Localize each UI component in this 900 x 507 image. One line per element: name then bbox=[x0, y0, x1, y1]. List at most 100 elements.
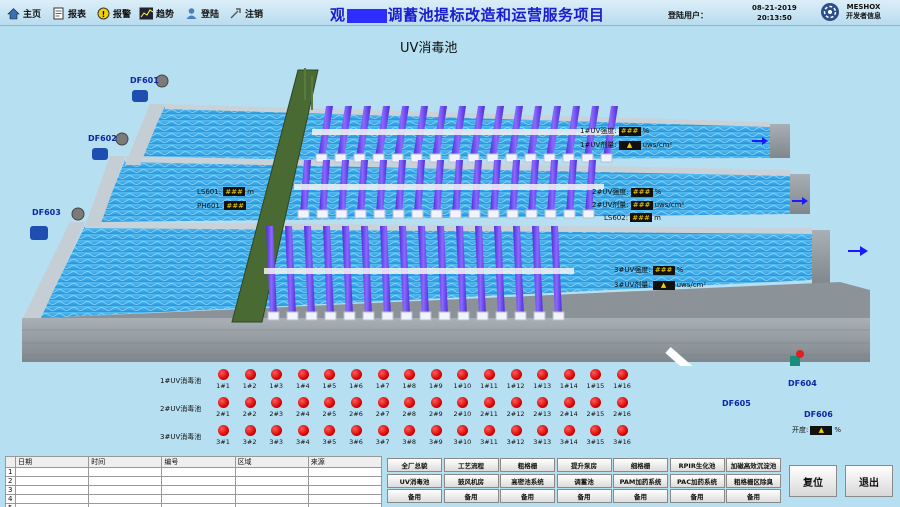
uv-lamp-status-indicator[interactable] bbox=[457, 397, 469, 408]
nav-button[interactable]: 细格栅 bbox=[613, 458, 668, 472]
uv-lamp-status-indicator[interactable] bbox=[218, 397, 229, 408]
lamp-group-label: 2#UV消毒池 bbox=[160, 405, 202, 413]
uv-lamp-status-indicator[interactable] bbox=[377, 425, 389, 436]
uv-lamp-status-indicator[interactable] bbox=[244, 369, 256, 380]
uv-lamp-status-indicator[interactable] bbox=[271, 369, 283, 380]
uv-lamp-status-indicator[interactable] bbox=[244, 425, 256, 436]
ls602-label: LS602: bbox=[604, 213, 629, 222]
uv-lamp-status-indicator[interactable] bbox=[510, 397, 522, 408]
nav-logout[interactable]: 注销 bbox=[228, 5, 263, 21]
nav-button[interactable]: 备用 bbox=[613, 489, 668, 503]
nav-button[interactable]: 备用 bbox=[726, 489, 781, 503]
uv-lamp-status-indicator[interactable] bbox=[484, 425, 495, 436]
uv-lamp-status-indicator[interactable] bbox=[404, 397, 416, 408]
meshox-logo-icon[interactable] bbox=[820, 2, 840, 22]
uv-lamp-number: 1#12 bbox=[506, 382, 525, 390]
log-cell bbox=[307, 503, 383, 507]
uv-lamp-status-indicator[interactable] bbox=[351, 397, 362, 408]
log-row[interactable]: 5 bbox=[5, 503, 383, 507]
nav-button[interactable]: 提升泵房 bbox=[556, 458, 612, 472]
uv2-dose-value: ### bbox=[630, 200, 653, 210]
uv-lamp-status-indicator[interactable] bbox=[537, 397, 549, 408]
uv-lamp-status-indicator[interactable] bbox=[404, 369, 416, 380]
uv-lamp-status-indicator[interactable] bbox=[297, 425, 309, 436]
uv-lamp-status-indicator[interactable] bbox=[590, 369, 602, 380]
uv-lamp-status-indicator[interactable] bbox=[297, 397, 309, 408]
uv-tube-cap bbox=[457, 311, 470, 321]
uv-lamp-status-indicator[interactable] bbox=[563, 369, 575, 380]
nav-alarm[interactable]: ! 报警 bbox=[96, 5, 131, 21]
uv-lamp-status-indicator[interactable] bbox=[563, 425, 575, 436]
nav-button[interactable]: 备用 bbox=[669, 489, 725, 503]
uv-lamp-status-indicator[interactable] bbox=[537, 425, 549, 436]
uv-lamp-status-indicator[interactable] bbox=[377, 397, 389, 408]
uv-lamp-status-indicator[interactable] bbox=[563, 397, 575, 408]
uv1-dose-label: 1#UV剂量: bbox=[580, 141, 617, 149]
nav-button[interactable]: 粗格栅 bbox=[500, 458, 555, 472]
log-header-time: 时间 bbox=[88, 456, 163, 468]
nav-trend[interactable]: 趋势 bbox=[139, 5, 174, 21]
uv-lamp-status-indicator[interactable] bbox=[324, 369, 336, 380]
nav-button[interactable]: 粗格栅区除臭 bbox=[726, 473, 781, 488]
log-cell: 2 bbox=[5, 476, 16, 486]
uv-lamp-status-indicator[interactable] bbox=[484, 369, 495, 380]
uv-tube-cap bbox=[544, 209, 557, 219]
uv-lamp-status-indicator[interactable] bbox=[484, 397, 495, 408]
nav-button[interactable]: 全厂总貌 bbox=[387, 458, 442, 472]
uv-lamp-status-indicator[interactable] bbox=[324, 425, 336, 436]
uv-tube-cap bbox=[286, 311, 299, 321]
uv-lamp-status-indicator[interactable] bbox=[617, 369, 628, 380]
reset-button[interactable]: 复位 bbox=[789, 465, 837, 497]
uv-lamp-status-indicator[interactable] bbox=[218, 425, 229, 436]
log-cell bbox=[307, 494, 383, 504]
uv-lamp-status-indicator[interactable] bbox=[457, 425, 469, 436]
nav-home[interactable]: 主页 bbox=[6, 5, 41, 21]
nav-button[interactable]: 备用 bbox=[556, 489, 612, 503]
uv-lamp-status-indicator[interactable] bbox=[430, 425, 442, 436]
nav-report[interactable]: 报表 bbox=[51, 5, 86, 21]
nav-button[interactable]: 调蓄池 bbox=[556, 473, 612, 488]
exit-button[interactable]: 退出 bbox=[845, 465, 893, 497]
uv-lamp-status-indicator[interactable] bbox=[590, 425, 602, 436]
uv-lamp-status-indicator[interactable] bbox=[457, 369, 469, 380]
uv-lamp-status-indicator[interactable] bbox=[404, 425, 416, 436]
developer-info[interactable]: MESHOX 开发者信息 bbox=[846, 3, 881, 21]
uv-tube-cap bbox=[449, 209, 462, 219]
nav-button[interactable]: 高密池系统 bbox=[500, 473, 555, 488]
nav-button[interactable]: PAM加药系统 bbox=[613, 473, 668, 488]
log-row[interactable]: 2 bbox=[5, 476, 383, 486]
nav-button[interactable]: 鼓风机房 bbox=[443, 473, 499, 488]
nav-button[interactable]: 备用 bbox=[500, 489, 555, 503]
uv-lamp-status-indicator[interactable] bbox=[351, 425, 362, 436]
front-wall bbox=[22, 318, 870, 362]
nav-button[interactable]: PAC加药系统 bbox=[669, 473, 725, 488]
uv-lamp-status-indicator[interactable] bbox=[617, 425, 628, 436]
log-row[interactable]: 4 bbox=[5, 494, 383, 504]
uv-lamp-status-indicator[interactable] bbox=[537, 369, 549, 380]
uv-lamp-status-indicator[interactable] bbox=[430, 369, 442, 380]
uv-lamp-status-indicator[interactable] bbox=[590, 397, 602, 408]
uv-lamp-status-indicator[interactable] bbox=[510, 369, 522, 380]
nav-button[interactable]: RPIR生化池 bbox=[669, 458, 725, 472]
uv-lamp-status-indicator[interactable] bbox=[244, 397, 256, 408]
log-row[interactable]: 1 bbox=[5, 467, 383, 477]
nav-button[interactable]: UV消毒池 bbox=[387, 473, 442, 488]
uv-lamp-status-indicator[interactable] bbox=[510, 425, 522, 436]
uv3-intensity-unit: % bbox=[676, 266, 684, 274]
uv-lamp-status-indicator[interactable] bbox=[617, 397, 628, 408]
uv-lamp-status-indicator[interactable] bbox=[271, 397, 283, 408]
uv-lamp-status-indicator[interactable] bbox=[218, 369, 229, 380]
uv3-dose-value: ▲ bbox=[652, 280, 675, 290]
uv-lamp-status-indicator[interactable] bbox=[324, 397, 336, 408]
uv-lamp-status-indicator[interactable] bbox=[271, 425, 283, 436]
nav-button[interactable]: 工艺流程 bbox=[443, 458, 499, 472]
uv-lamp-status-indicator[interactable] bbox=[430, 397, 442, 408]
nav-login[interactable]: 登陆 bbox=[184, 5, 219, 21]
nav-button[interactable]: 加磁高效沉淀池 bbox=[726, 458, 781, 472]
uv-lamp-status-indicator[interactable] bbox=[377, 369, 389, 380]
log-row[interactable]: 3 bbox=[5, 485, 383, 495]
uv-lamp-status-indicator[interactable] bbox=[297, 369, 309, 380]
nav-button[interactable]: 备用 bbox=[387, 489, 442, 503]
uv-lamp-status-indicator[interactable] bbox=[351, 369, 362, 380]
nav-button[interactable]: 备用 bbox=[443, 489, 499, 503]
